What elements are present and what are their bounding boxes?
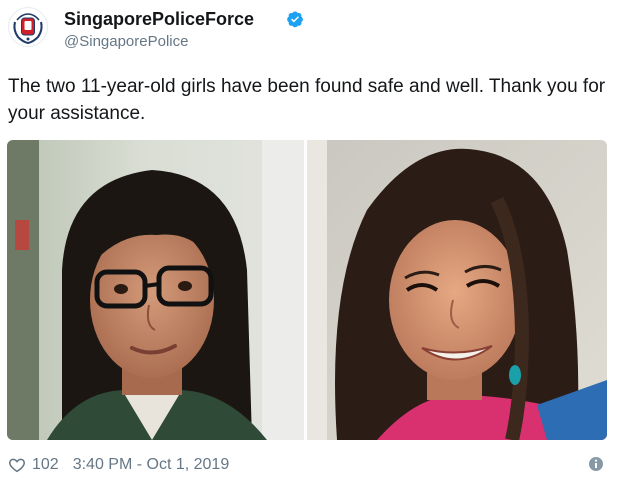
tweet-timestamp[interactable]: 3:40 PM - Oct 1, 2019 [73, 456, 230, 474]
info-icon[interactable] [588, 456, 604, 472]
verified-badge-icon [287, 11, 303, 28]
user-handle[interactable]: @SingaporePolice [64, 33, 188, 51]
display-name[interactable]: SingaporePoliceForce [64, 8, 254, 30]
police-crest-icon [11, 10, 45, 45]
like-count[interactable]: 102 [32, 456, 59, 474]
tweet-text: The two 11-year-old girls have been foun… [8, 76, 606, 124]
heart-icon[interactable] [8, 456, 26, 474]
tweet-footer: 102 3:40 PM - Oct 1, 2019 [8, 455, 229, 475]
photo-girl-glasses[interactable] [7, 140, 304, 440]
photo-girl-braid[interactable] [307, 140, 607, 440]
avatar[interactable] [8, 7, 48, 47]
tweet-media [7, 140, 607, 440]
tweet-card: SingaporePoliceForce @SingaporePolice Th… [0, 0, 629, 484]
